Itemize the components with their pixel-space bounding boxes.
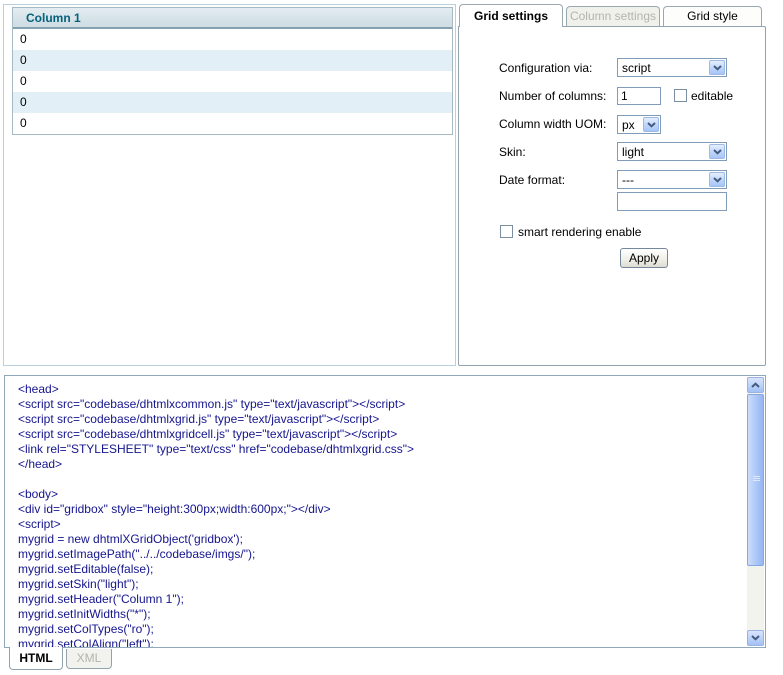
grid-cell-value: 0 <box>20 53 27 67</box>
scrollbar-thumb[interactable] <box>747 394 764 566</box>
code-line: </head> <box>18 457 743 472</box>
skin-value: light <box>622 144 644 160</box>
configuration-via-label: Configuration via: <box>499 61 592 75</box>
tab-column-settings[interactable]: Column settings <box>566 6 660 26</box>
configuration-via-value: script <box>622 60 651 76</box>
configuration-via-select[interactable]: script <box>617 58 727 77</box>
grid-cell-value: 0 <box>20 116 27 130</box>
column-width-uom-select[interactable]: px <box>617 115 661 134</box>
grid-row[interactable]: 0 <box>13 71 452 92</box>
smart-rendering-checkbox[interactable] <box>500 225 513 238</box>
grid-cell-value: 0 <box>20 74 27 88</box>
dhtmlx-grid-configurator: Column 1 0 0 0 0 0 Grid settings Column … <box>0 0 783 675</box>
tab-xml[interactable]: XML <box>66 649 112 669</box>
code-line <box>18 472 743 487</box>
code-line: mygrid.setColAlign("left"); <box>18 637 743 648</box>
apply-button[interactable]: Apply <box>620 248 668 268</box>
chevron-down-icon[interactable] <box>643 117 659 132</box>
code-line: <script src="codebase/dhtmlxgrid.js" typ… <box>18 412 743 427</box>
editable-label: editable <box>691 89 733 103</box>
grid-column-header[interactable]: Column 1 <box>13 8 452 29</box>
chevron-down-icon[interactable] <box>709 144 725 159</box>
scroll-down-button[interactable] <box>747 630 764 646</box>
date-format-custom-input[interactable] <box>617 192 727 211</box>
code-line: mygrid.setColTypes("ro"); <box>18 622 743 637</box>
skin-select[interactable]: light <box>617 142 727 161</box>
code-line: <link rel="STYLESHEET" type="text/css" h… <box>18 442 743 457</box>
chevron-down-icon[interactable] <box>709 60 725 75</box>
code-line: <body> <box>18 487 743 502</box>
date-format-label: Date format: <box>499 173 565 187</box>
code-line: <script src="codebase/dhtmlxcommon.js" t… <box>18 397 743 412</box>
grid-row[interactable]: 0 <box>13 113 452 134</box>
settings-panel: Grid settings Column settings Grid style… <box>458 4 766 366</box>
column-width-uom-value: px <box>622 117 635 133</box>
date-format-select[interactable]: --- <box>617 170 727 189</box>
grid-cell-value: 0 <box>20 95 27 109</box>
tab-grid-settings[interactable]: Grid settings <box>459 4 563 27</box>
grid-rows: 0 0 0 0 0 <box>13 29 452 134</box>
code-line: mygrid.setSkin("light"); <box>18 577 743 592</box>
code-line: mygrid.setImagePath("../../codebase/imgs… <box>18 547 743 562</box>
number-of-columns-label: Number of columns: <box>499 89 606 103</box>
scrollbar-grip-icon <box>753 476 760 482</box>
code-content[interactable]: <head> <script src="codebase/dhtmlxcommo… <box>18 382 743 648</box>
code-line: <script src="codebase/dhtmlxgridcell.js"… <box>18 427 743 442</box>
skin-label: Skin: <box>499 145 526 159</box>
grid-preview: Column 1 0 0 0 0 0 <box>12 7 453 135</box>
code-line: mygrid.setHeader("Column 1"); <box>18 592 743 607</box>
number-of-columns-input[interactable] <box>617 87 661 105</box>
chevron-down-icon[interactable] <box>709 172 725 187</box>
tab-html[interactable]: HTML <box>9 647 63 670</box>
vertical-scrollbar[interactable] <box>747 377 764 646</box>
tab-grid-style[interactable]: Grid style <box>663 6 762 26</box>
grid-row[interactable]: 0 <box>13 92 452 113</box>
code-line: <script> <box>18 517 743 532</box>
grid-preview-panel: Column 1 0 0 0 0 0 <box>3 4 456 366</box>
grid-cell-value: 0 <box>20 32 27 46</box>
code-line: mygrid.setInitWidths("*"); <box>18 607 743 622</box>
code-line: <head> <box>18 382 743 397</box>
code-viewer: <head> <script src="codebase/dhtmlxcommo… <box>4 375 766 648</box>
code-line: mygrid = new dhtmlXGridObject('gridbox')… <box>18 532 743 547</box>
scroll-up-button[interactable] <box>747 377 764 393</box>
column-width-uom-label: Column width UOM: <box>499 117 606 131</box>
editable-checkbox[interactable] <box>674 89 687 102</box>
grid-row[interactable]: 0 <box>13 29 452 50</box>
grid-row[interactable]: 0 <box>13 50 452 71</box>
date-format-value: --- <box>622 172 634 188</box>
smart-rendering-label: smart rendering enable <box>518 225 641 239</box>
grid-settings-form: Configuration via: script Number of colu… <box>458 26 766 366</box>
code-line: <div id="gridbox" style="height:300px;wi… <box>18 502 743 517</box>
code-line: mygrid.setEditable(false); <box>18 562 743 577</box>
